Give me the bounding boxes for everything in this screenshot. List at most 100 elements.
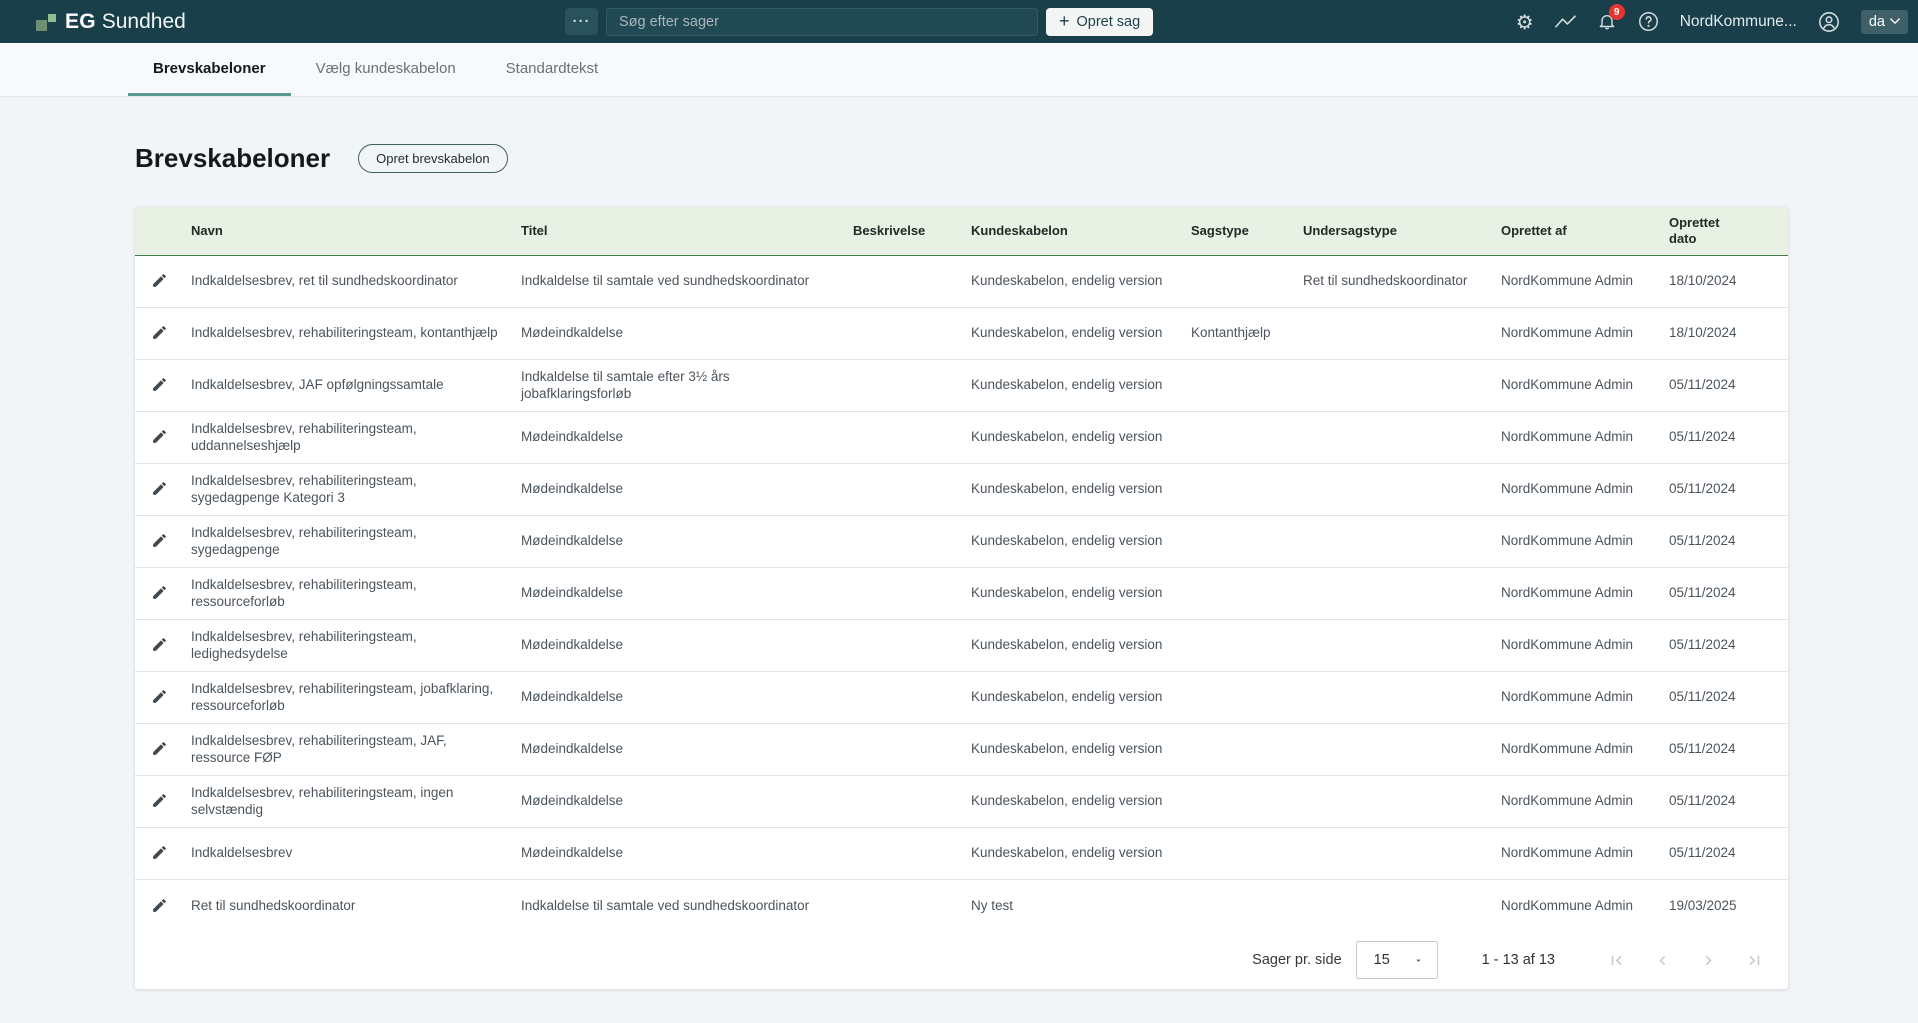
product-name: Sundhed <box>102 10 186 34</box>
cell-navn: Indkaldelsesbrev <box>183 827 513 879</box>
cell-sagstype <box>1183 775 1295 827</box>
table-row[interactable]: Indkaldelsesbrev, JAF opfølgningssamtale… <box>135 359 1788 411</box>
table-row[interactable]: Indkaldelsesbrev, ret til sundhedskoordi… <box>135 255 1788 307</box>
templates-table: Navn Titel Beskrivelse Kundeskabelon Sag… <box>135 207 1788 931</box>
pagination-first-button[interactable] <box>1607 951 1626 970</box>
cell-navn: Ret til sundhedskoordinator <box>183 879 513 931</box>
cell-titel: Mødeindkaldelse <box>513 567 845 619</box>
language-selector[interactable]: da <box>1861 10 1908 34</box>
help-button[interactable] <box>1638 11 1659 32</box>
activity-button[interactable] <box>1555 14 1576 30</box>
settings-button[interactable]: ⚙ <box>1516 12 1534 32</box>
header-actions: ⚙ 9 NordKommune... da <box>1516 0 1908 43</box>
cell-sagstype <box>1183 411 1295 463</box>
account-button[interactable] <box>1818 11 1840 33</box>
pencil-icon <box>151 324 168 341</box>
edit-button[interactable] <box>147 424 172 449</box>
table-row[interactable]: Indkaldelsesbrev, rehabiliteringsteam, r… <box>135 567 1788 619</box>
notifications-button[interactable]: 9 <box>1597 11 1617 32</box>
cell-beskrivelse <box>845 359 963 411</box>
plus-icon: + <box>1059 12 1070 30</box>
cell-kundeskabelon: Kundeskabelon, endelig version <box>963 255 1183 307</box>
more-options-button[interactable]: ··· <box>565 8 598 35</box>
cell-beskrivelse <box>845 827 963 879</box>
table-row[interactable]: Indkaldelsesbrev, rehabiliteringsteam, k… <box>135 307 1788 359</box>
last-page-icon <box>1745 951 1764 970</box>
pagination-previous-button[interactable] <box>1653 951 1672 970</box>
edit-button[interactable] <box>147 268 172 293</box>
cell-titel: Mødeindkaldelse <box>513 307 845 359</box>
page-header: Brevskabeloner Opret brevskabelon <box>135 143 1788 173</box>
cell-titel: Mødeindkaldelse <box>513 775 845 827</box>
table-row[interactable]: Indkaldelsesbrev, rehabiliteringsteam, s… <box>135 515 1788 567</box>
page-range-label: 1 - 13 af 13 <box>1482 952 1555 968</box>
cell-beskrivelse <box>845 411 963 463</box>
cell-undersagstype <box>1295 879 1493 931</box>
main-content: Brevskabeloner Opret brevskabelon Navn T… <box>0 143 1918 989</box>
cell-kundeskabelon: Kundeskabelon, endelig version <box>963 515 1183 567</box>
create-case-button[interactable]: + Opret sag <box>1046 8 1153 36</box>
tab-vaelg-kundeskabelon[interactable]: Vælg kundeskabelon <box>291 43 481 96</box>
cell-oprettet-af: NordKommune Admin <box>1493 463 1661 515</box>
table-row[interactable]: Indkaldelsesbrev, rehabiliteringsteam, i… <box>135 775 1788 827</box>
cell-kundeskabelon: Kundeskabelon, endelig version <box>963 307 1183 359</box>
cell-sagstype <box>1183 255 1295 307</box>
table-row[interactable]: Indkaldelsesbrev, rehabiliteringsteam, J… <box>135 723 1788 775</box>
cell-navn: Indkaldelsesbrev, rehabiliteringsteam, k… <box>183 307 513 359</box>
cell-oprettet-af: NordKommune Admin <box>1493 567 1661 619</box>
cell-titel: Indkaldelse til samtale efter 3½ års job… <box>513 359 845 411</box>
table-row[interactable]: Indkaldelsesbrev, rehabiliteringsteam, j… <box>135 671 1788 723</box>
edit-button[interactable] <box>147 736 172 761</box>
pagination-last-button[interactable] <box>1745 951 1764 970</box>
edit-button[interactable] <box>147 476 172 501</box>
pagination-bar: Sager pr. side 15 1 - 13 af 13 <box>135 931 1788 989</box>
tab-standardtekst[interactable]: Standardtekst <box>481 43 624 96</box>
table-body: Indkaldelsesbrev, ret til sundhedskoordi… <box>135 255 1788 931</box>
pencil-icon <box>151 480 168 497</box>
cell-oprettet-dato: 05/11/2024 <box>1661 775 1788 827</box>
table-row[interactable]: Indkaldelsesbrev, rehabiliteringsteam, u… <box>135 411 1788 463</box>
edit-button[interactable] <box>147 788 172 813</box>
edit-button[interactable] <box>147 372 172 397</box>
organization-name[interactable]: NordKommune... <box>1680 13 1797 31</box>
cell-oprettet-af: NordKommune Admin <box>1493 359 1661 411</box>
column-titel: Titel <box>513 207 845 255</box>
cell-kundeskabelon: Kundeskabelon, endelig version <box>963 723 1183 775</box>
user-icon <box>1818 11 1840 33</box>
edit-button[interactable] <box>147 320 172 345</box>
cell-beskrivelse <box>845 567 963 619</box>
column-kundeskabelon: Kundeskabelon <box>963 207 1183 255</box>
cell-navn: Indkaldelsesbrev, rehabiliteringsteam, u… <box>183 411 513 463</box>
cell-beskrivelse <box>845 775 963 827</box>
edit-button[interactable] <box>147 528 172 553</box>
language-value: da <box>1869 14 1885 30</box>
edit-button[interactable] <box>147 840 172 865</box>
table-row[interactable]: Indkaldelsesbrev, rehabiliteringsteam, l… <box>135 619 1788 671</box>
edit-button[interactable] <box>147 580 172 605</box>
app-logo[interactable]: EG Sundhed <box>36 0 186 43</box>
edit-button[interactable] <box>147 684 172 709</box>
column-oprettet-dato: Oprettet dato <box>1661 207 1788 255</box>
ellipsis-icon: ··· <box>573 13 591 30</box>
pagination-next-button[interactable] <box>1699 951 1718 970</box>
table-row[interactable]: Ret til sundhedskoordinator Indkaldelse … <box>135 879 1788 931</box>
cell-undersagstype <box>1295 619 1493 671</box>
cell-sagstype <box>1183 567 1295 619</box>
edit-button[interactable] <box>147 632 172 657</box>
pencil-icon <box>151 376 168 393</box>
cell-navn: Indkaldelsesbrev, rehabiliteringsteam, i… <box>183 775 513 827</box>
tab-brevskabeloner[interactable]: Brevskabeloner <box>128 43 291 96</box>
cell-navn: Indkaldelsesbrev, rehabiliteringsteam, r… <box>183 567 513 619</box>
cell-navn: Indkaldelsesbrev, JAF opfølgningssamtale <box>183 359 513 411</box>
chevron-right-icon <box>1699 951 1718 970</box>
per-page-select[interactable]: 15 <box>1356 941 1438 979</box>
search-input[interactable] <box>606 8 1038 36</box>
column-beskrivelse: Beskrivelse <box>845 207 963 255</box>
edit-button[interactable] <box>147 893 172 918</box>
table-row[interactable]: Indkaldelsesbrev, rehabiliteringsteam, s… <box>135 463 1788 515</box>
create-template-button[interactable]: Opret brevskabelon <box>358 144 507 173</box>
cell-beskrivelse <box>845 307 963 359</box>
table-row[interactable]: Indkaldelsesbrev Mødeindkaldelse Kundesk… <box>135 827 1788 879</box>
pencil-icon <box>151 532 168 549</box>
create-case-label: Opret sag <box>1077 14 1141 30</box>
